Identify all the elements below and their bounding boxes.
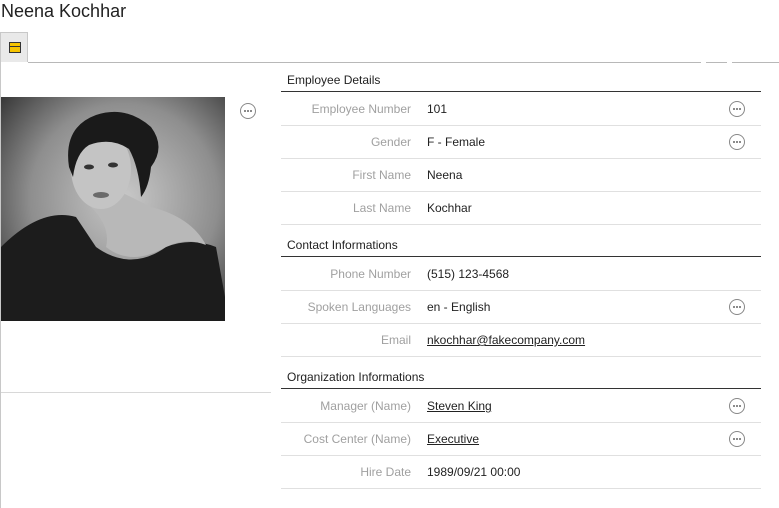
more-icon-dot	[736, 108, 738, 110]
photo-more-button[interactable]	[240, 103, 256, 119]
page-title: Neena Kochhar	[1, 1, 127, 21]
field-value: 1989/09/21 00:00	[427, 465, 521, 479]
more-button[interactable]	[729, 398, 745, 414]
field-label: Phone Number	[330, 267, 411, 281]
more-icon-dot	[733, 108, 735, 110]
more-icon-dot	[733, 405, 735, 407]
more-icon-dot	[739, 141, 741, 143]
more-icon-dot	[736, 306, 738, 308]
more-icon-dot	[739, 108, 741, 110]
more-button[interactable]	[729, 101, 745, 117]
tab-strip-gap	[701, 61, 706, 64]
field-value: Neena	[427, 168, 463, 182]
field-label: Manager (Name)	[320, 399, 411, 413]
field-label: Employee Number	[311, 102, 411, 116]
field-row-manager: Manager (Name) Steven King	[281, 390, 761, 423]
more-icon-dot	[736, 141, 738, 143]
field-label: Hire Date	[360, 465, 411, 479]
field-label: Email	[380, 333, 411, 347]
section-organization-informations: Organization Informations	[281, 369, 761, 389]
more-icon-dot	[733, 141, 735, 143]
field-value: F - Female	[427, 135, 486, 149]
more-button[interactable]	[729, 431, 745, 447]
field-row-first-name: First Name Neena	[281, 159, 761, 192]
more-icon-dot	[739, 405, 741, 407]
section-employee-details: Employee Details	[281, 72, 761, 92]
field-row-spoken-languages: Spoken Languages en - English	[281, 291, 761, 324]
portrait-image	[1, 97, 225, 321]
tab-strip-divider	[28, 62, 779, 63]
left-panel-divider	[1, 392, 271, 393]
more-icon-dot	[736, 438, 738, 440]
field-value: en - English	[427, 300, 491, 314]
section-contact-informations: Contact Informations	[281, 237, 761, 257]
form-icon	[9, 42, 21, 53]
field-row-cost-center: Cost Center (Name) Executive	[281, 423, 761, 456]
field-row-last-name: Last Name Kochhar	[281, 192, 761, 225]
more-icon-dot	[250, 110, 252, 112]
field-value: 101	[427, 102, 448, 116]
employee-photo	[1, 97, 225, 321]
email-link[interactable]: nkochhar@fakecompany.com	[427, 333, 585, 347]
field-label: First Name	[352, 168, 411, 182]
field-label: Gender	[370, 135, 411, 149]
manager-link[interactable]: Steven King	[427, 399, 492, 413]
more-icon-dot	[736, 405, 738, 407]
more-icon-dot	[733, 438, 735, 440]
field-row-hire-date: Hire Date 1989/09/21 00:00	[281, 456, 761, 489]
more-button[interactable]	[729, 134, 745, 150]
field-label: Last Name	[352, 201, 411, 215]
more-icon-dot	[739, 438, 741, 440]
field-row-employee-number: Employee Number 101	[281, 93, 761, 126]
field-label: Spoken Languages	[307, 300, 411, 314]
field-label: Cost Center (Name)	[303, 432, 411, 446]
field-row-phone-number: Phone Number (515) 123-4568	[281, 258, 761, 291]
tab-strip-gap	[727, 61, 732, 64]
field-value: (515) 123-4568	[427, 267, 510, 281]
cost-center-link[interactable]: Executive	[427, 432, 479, 446]
tab-form[interactable]	[0, 32, 28, 62]
more-icon-dot	[244, 110, 246, 112]
field-row-email: Email nkochhar@fakecompany.com	[281, 324, 761, 357]
more-button[interactable]	[729, 299, 745, 315]
field-value: Kochhar	[427, 201, 472, 215]
field-row-gender: Gender F - Female	[281, 126, 761, 159]
more-icon-dot	[247, 110, 249, 112]
more-icon-dot	[733, 306, 735, 308]
more-icon-dot	[739, 306, 741, 308]
